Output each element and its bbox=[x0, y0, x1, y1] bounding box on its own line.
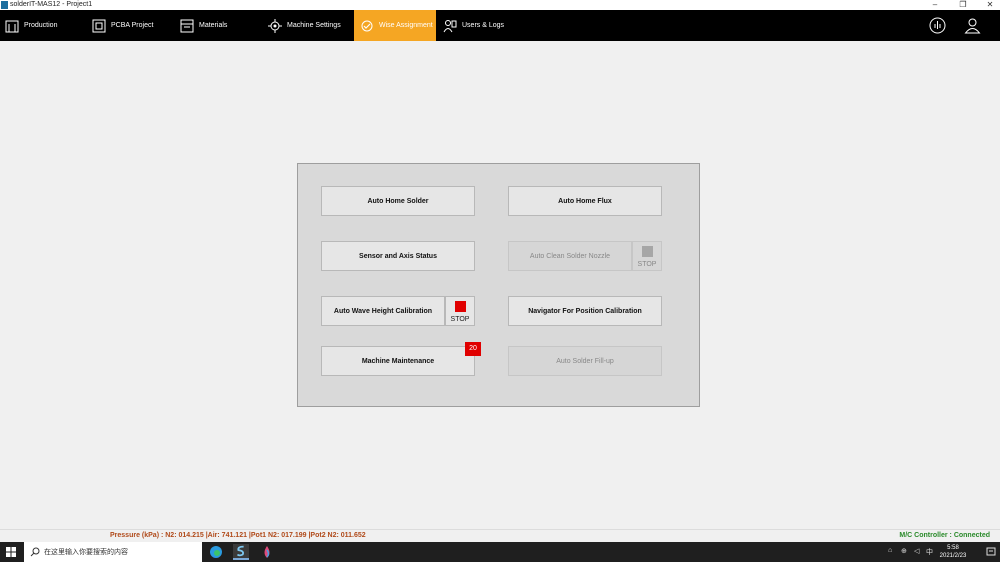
production-icon bbox=[5, 20, 19, 32]
tab-machine-settings-label: Machine Settings bbox=[287, 22, 341, 29]
taskbar-clock[interactable]: 5:58 2021/2/23 bbox=[936, 544, 970, 560]
auto-home-solder-button[interactable]: Auto Home Solder bbox=[321, 186, 475, 216]
wise-assignment-icon bbox=[361, 20, 373, 31]
tray-network-icon[interactable]: ⌂ bbox=[888, 547, 892, 554]
app-icon bbox=[1, 1, 8, 9]
auto-clean-nozzle-button[interactable]: Auto Clean Solder Nozzle bbox=[508, 241, 632, 271]
stop-icon bbox=[455, 301, 466, 312]
pcb-icon bbox=[92, 19, 106, 32]
tray-ime-label[interactable]: 中 bbox=[926, 547, 933, 557]
tab-machine-settings[interactable]: Machine Settings bbox=[268, 10, 350, 41]
restore-button[interactable]: ❐ bbox=[953, 0, 973, 10]
auto-wave-stop-button[interactable]: STOP bbox=[445, 296, 475, 326]
tab-pcba-project[interactable]: PCBA Project bbox=[92, 10, 172, 41]
drop-app-icon[interactable] bbox=[259, 544, 275, 560]
title-bar: solderIT-MAS12 - Project1 – ❐ ✕ bbox=[0, 0, 1000, 10]
tab-pcba-label: PCBA Project bbox=[111, 22, 154, 29]
navigator-position-button[interactable]: Navigator For Position Calibration bbox=[508, 296, 662, 326]
tab-users-logs[interactable]: Users & Logs bbox=[443, 10, 523, 41]
close-button[interactable]: ✕ bbox=[980, 0, 1000, 10]
minimize-button[interactable]: – bbox=[925, 0, 945, 10]
clock-date: 2021/2/23 bbox=[939, 553, 967, 559]
hand-info-icon[interactable] bbox=[929, 17, 946, 34]
tab-materials-label: Materials bbox=[199, 22, 228, 29]
tray-globe-icon[interactable]: ⊕ bbox=[901, 547, 907, 555]
tab-production-label: Production bbox=[24, 22, 58, 29]
wise-assignment-panel: Auto Home Solder Auto Home Flux Sensor a… bbox=[297, 163, 700, 407]
top-nav: Production PCBA Project Materials Machin… bbox=[0, 10, 1000, 41]
auto-solder-fill-button[interactable]: Auto Solder Fill-up bbox=[508, 346, 662, 376]
tab-users-logs-label: Users & Logs bbox=[462, 22, 505, 29]
materials-icon bbox=[180, 19, 194, 32]
settings-gear-icon bbox=[268, 18, 282, 33]
auto-wave-stop-label: STOP bbox=[450, 316, 470, 323]
controller-status: M/C Controller : Connected bbox=[899, 532, 990, 539]
clock-time: 5:58 bbox=[947, 545, 959, 551]
search-placeholder: 在这里输入你要搜索的内容 bbox=[44, 549, 128, 556]
auto-home-flux-button[interactable]: Auto Home Flux bbox=[508, 186, 662, 216]
auto-clean-stop-label: STOP bbox=[637, 261, 657, 268]
taskbar: 在这里输入你要搜索的内容 ⌂ ⊕ ◁ 中 5:58 2021/2/23 bbox=[0, 542, 1000, 562]
maintenance-count-badge: 20 bbox=[465, 342, 481, 356]
pressure-readout: Pressure (kPa) : N2: 014.215 |Air: 741.1… bbox=[110, 532, 366, 539]
stop-icon bbox=[642, 246, 653, 257]
notification-icon[interactable] bbox=[986, 547, 996, 557]
user-profile-icon[interactable] bbox=[964, 17, 981, 34]
auto-clean-stop-button[interactable]: STOP bbox=[632, 241, 662, 271]
taskbar-search[interactable]: 在这里输入你要搜索的内容 bbox=[24, 542, 202, 562]
status-bar: Pressure (kPa) : N2: 014.215 |Air: 741.1… bbox=[0, 529, 1000, 542]
edge-browser-icon[interactable] bbox=[208, 544, 224, 560]
tab-wise-assignment[interactable]: Wise Assignment bbox=[354, 10, 436, 41]
tab-wise-assignment-label: Wise Assignment bbox=[379, 22, 433, 29]
windows-start-icon[interactable] bbox=[6, 547, 16, 557]
solderit-app-icon[interactable] bbox=[233, 544, 249, 560]
users-logs-icon bbox=[443, 19, 457, 32]
tab-production[interactable]: Production bbox=[5, 10, 85, 41]
sensor-axis-status-button[interactable]: Sensor and Axis Status bbox=[321, 241, 475, 271]
window-title: solderIT-MAS12 - Project1 bbox=[10, 1, 93, 8]
machine-maintenance-button[interactable]: Machine Maintenance bbox=[321, 346, 475, 376]
tab-materials[interactable]: Materials bbox=[180, 10, 260, 41]
tray-volume-icon[interactable]: ◁ bbox=[914, 547, 919, 555]
auto-wave-height-button[interactable]: Auto Wave Height Calibration bbox=[321, 296, 445, 326]
search-icon bbox=[30, 547, 40, 557]
